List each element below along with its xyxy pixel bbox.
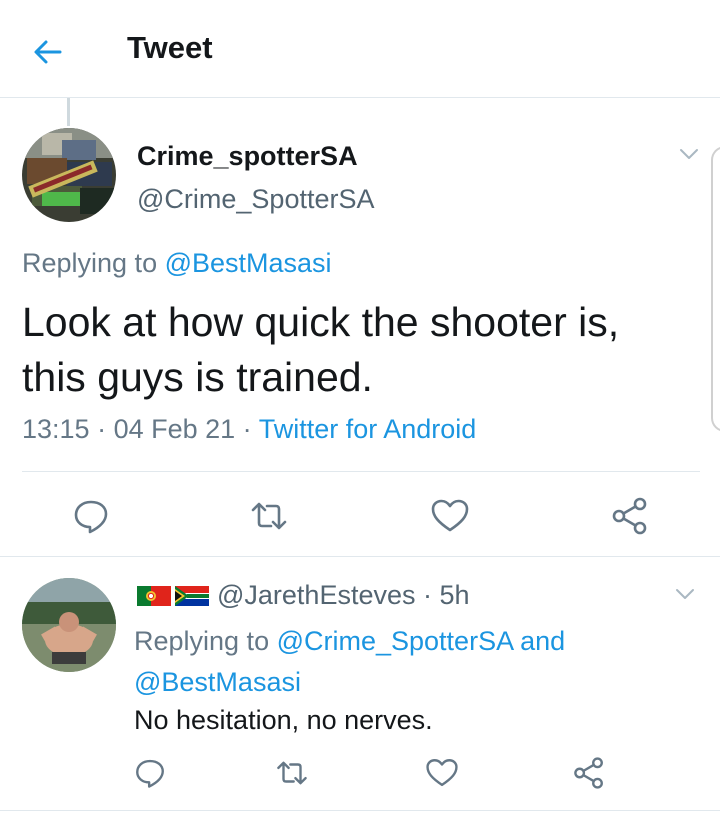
- reply-text: No hesitation, no nerves.: [134, 705, 433, 735]
- tweet-source-link[interactable]: Twitter for Android: [259, 414, 477, 444]
- chevron-down-icon[interactable]: [678, 146, 700, 162]
- page-title: Tweet: [127, 30, 213, 65]
- scroll-edge-indicator: [711, 146, 720, 432]
- retweet-icon[interactable]: [249, 496, 289, 536]
- user-handle[interactable]: @JarethEsteves · 5h: [217, 580, 470, 611]
- mention-link[interactable]: @Crime_SpotterSA: [277, 626, 513, 656]
- meta-dot: ·: [89, 414, 114, 444]
- replying-prefix: Replying to: [134, 626, 277, 656]
- top-bar: Tweet: [0, 0, 720, 98]
- tweet-time: 13:15: [22, 414, 90, 444]
- replying-prefix: Replying to: [22, 248, 165, 278]
- mention-link[interactable]: @BestMasasi: [165, 248, 332, 278]
- tweet-text: Look at how quick the shooter is, this g…: [22, 299, 620, 400]
- share-icon[interactable]: [610, 496, 650, 536]
- south-africa-flag-icon: [175, 586, 209, 606]
- portugal-flag-icon: [137, 586, 171, 606]
- meta-dot: ·: [235, 414, 259, 444]
- share-icon[interactable]: [572, 756, 606, 790]
- avatar[interactable]: [22, 128, 116, 222]
- avatar[interactable]: [22, 578, 116, 672]
- reply-handle[interactable]: @JarethEsteves: [217, 580, 416, 610]
- reply-age: · 5h: [423, 580, 470, 610]
- tweet-meta: 13:15 · 04 Feb 21 · Twitter for Android: [22, 414, 476, 445]
- reply-icon[interactable]: [71, 496, 111, 536]
- flag-icons: [137, 586, 209, 606]
- arrow-left-icon[interactable]: [30, 34, 66, 70]
- like-icon[interactable]: [425, 756, 459, 790]
- user-handle[interactable]: @Crime_SpotterSA: [137, 184, 375, 215]
- divider: [0, 810, 720, 811]
- mention-link[interactable]: @BestMasasi: [134, 667, 301, 697]
- replying-and: and: [512, 626, 566, 656]
- divider: [0, 556, 720, 557]
- chevron-down-icon[interactable]: [674, 586, 696, 602]
- replying-to: Replying to @BestMasasi: [22, 248, 332, 279]
- thread-connector-line: [67, 98, 70, 126]
- replying-to: Replying to @Crime_SpotterSA and @BestMa…: [134, 621, 654, 703]
- like-icon[interactable]: [430, 496, 470, 536]
- tweet-date: 04 Feb 21: [113, 414, 236, 444]
- display-name[interactable]: Crime_spotterSA: [137, 141, 358, 172]
- divider: [22, 471, 700, 472]
- retweet-icon[interactable]: [275, 756, 309, 790]
- reply-icon[interactable]: [133, 756, 167, 790]
